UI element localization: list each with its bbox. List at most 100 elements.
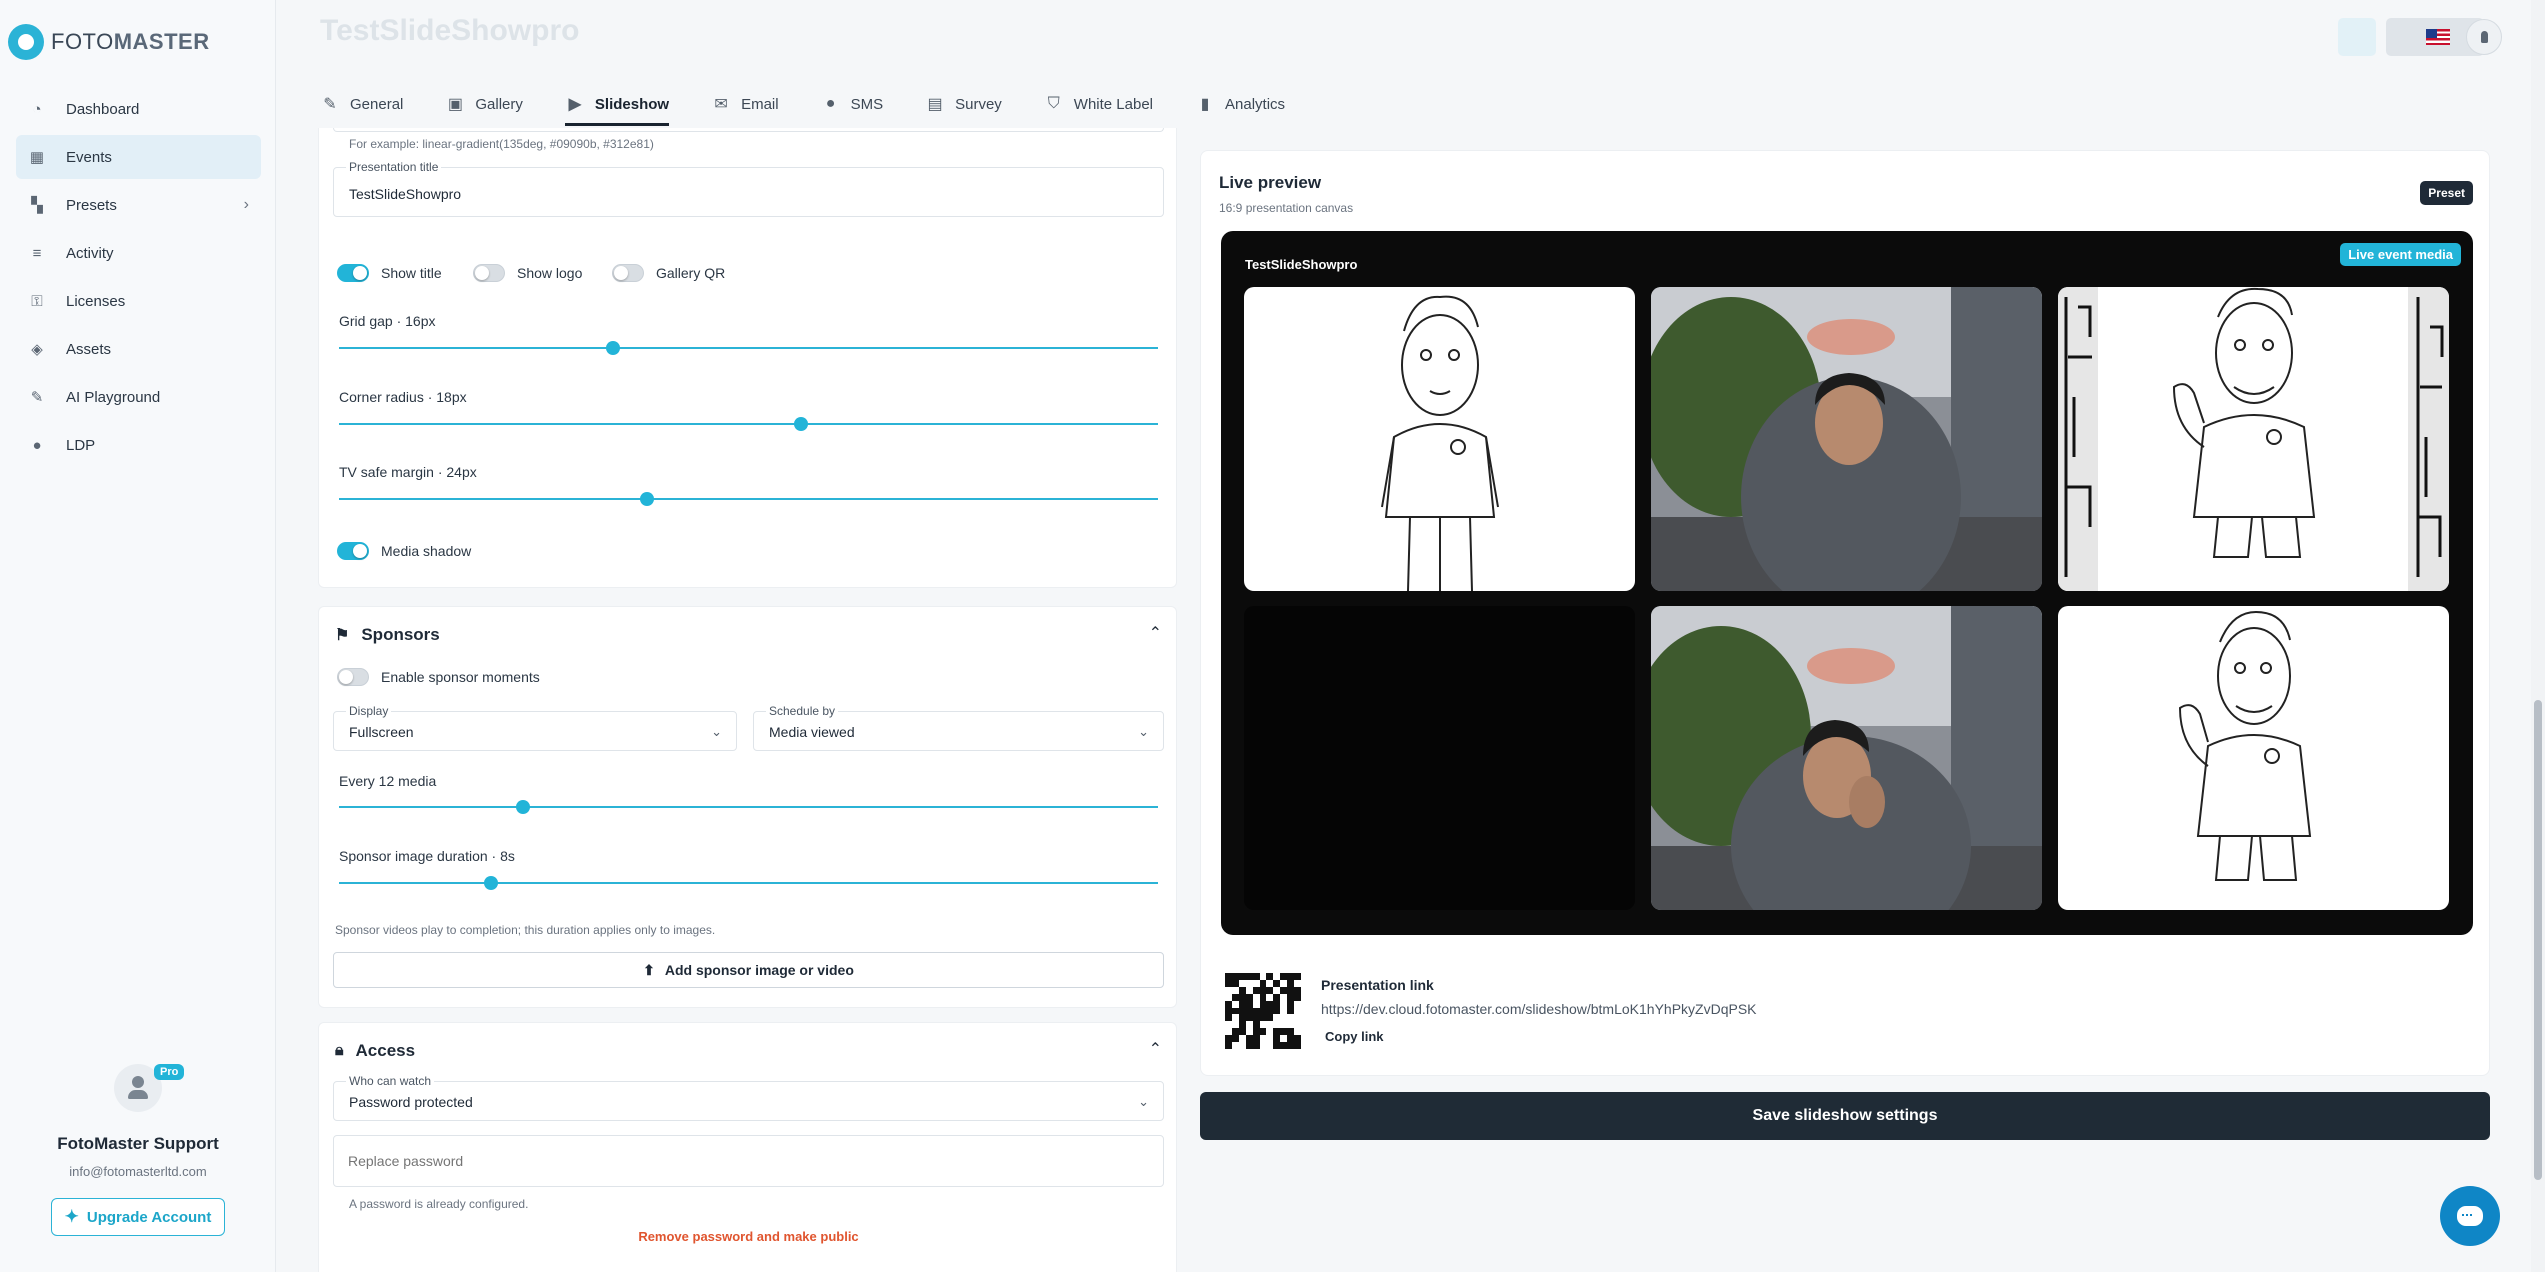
top-action-button[interactable] <box>2338 18 2376 56</box>
sidebar-item-dashboard[interactable]: ◔ Dashboard <box>16 87 261 131</box>
gallery-qr-label: Gallery QR <box>656 265 726 281</box>
top-actions <box>2338 18 2502 56</box>
every-media-label: Every 12 media <box>339 773 437 789</box>
pin-icon: ● <box>32 436 42 454</box>
lock-icon: 🔒︎ <box>335 1042 344 1059</box>
upload-icon: ⬆ <box>643 961 655 978</box>
media-tile <box>1244 287 1635 591</box>
clipboard-icon: ▤ <box>927 96 943 113</box>
sponsor-duration-slider[interactable] <box>339 876 1158 890</box>
tab-sms[interactable]: ● SMS <box>821 88 884 120</box>
sparkle-icon: ✦ <box>64 1207 79 1226</box>
media-shadow-toggle[interactable] <box>337 542 369 560</box>
sidebar-item-licenses[interactable]: ⚿ Licenses <box>16 279 261 323</box>
caricature-image <box>2178 610 2312 881</box>
show-title-label: Show title <box>381 265 442 281</box>
save-slideshow-button[interactable]: Save slideshow settings <box>1200 1092 2490 1140</box>
tv-safe-margin-slider[interactable] <box>339 492 1158 506</box>
appearance-card: For example: linear-gradient(135deg, #09… <box>318 128 1177 588</box>
live-preview-subtitle: 16:9 presentation canvas <box>1219 201 1354 215</box>
bar-chart-icon: ▮ <box>1200 96 1210 113</box>
tab-slideshow[interactable]: ▶ Slideshow <box>564 88 670 126</box>
remove-password-link[interactable]: Remove password and make public <box>319 1229 1177 1244</box>
every-media-slider[interactable] <box>339 800 1158 814</box>
sidebar-item-assets[interactable]: ◈ Assets <box>16 327 261 371</box>
schedule-select[interactable]: Schedule by Media viewed ⌄ <box>753 704 1164 751</box>
corner-radius-label: Corner radius · 18px <box>339 389 467 405</box>
sponsors-header[interactable]: ⚑ Sponsors <box>335 625 440 645</box>
display-label: Display <box>346 704 392 718</box>
caricature-image <box>2058 287 2449 591</box>
sidebar-item-ai-playground[interactable]: ✎ AI Playground <box>16 375 261 419</box>
preset-badge[interactable]: Preset <box>2420 181 2473 205</box>
presentation-title-input[interactable]: Presentation title TestSlideShowpro <box>333 160 1164 217</box>
play-icon: ▶ <box>568 96 582 113</box>
grid-icon: ▚ <box>31 197 43 214</box>
slider-thumb[interactable] <box>793 417 808 431</box>
slider-thumb[interactable] <box>606 341 621 355</box>
media-shadow-label: Media shadow <box>381 543 472 559</box>
media-tile <box>2058 606 2449 910</box>
sidebar-item-presets[interactable]: ▚ Presets › <box>16 183 261 227</box>
fotomaster-logo[interactable]: FOTOMASTER <box>8 22 210 62</box>
password-note: A password is already configured. <box>349 1197 529 1211</box>
sponsors-title: Sponsors <box>361 625 440 644</box>
tab-label: White Label <box>1073 95 1154 113</box>
tab-email[interactable]: ✉ Email <box>711 88 779 120</box>
canvas-title: TestSlideShowpro <box>1245 257 1358 272</box>
us-flag-icon[interactable] <box>2426 29 2450 45</box>
live-preview-title: Live preview <box>1219 173 1322 192</box>
copy-link-button[interactable]: Copy link <box>1325 1029 1384 1044</box>
grid-gap-slider[interactable] <box>339 341 1158 355</box>
shield-icon: ⛉ <box>1047 95 1060 112</box>
display-value: Fullscreen <box>349 724 414 740</box>
tab-general[interactable]: ✎ General <box>320 88 403 120</box>
gallery-qr-toggle[interactable] <box>612 264 644 282</box>
sidebar-item-label: LDP <box>66 436 96 454</box>
live-media-badge: Live event media <box>2340 243 2461 266</box>
tab-white-label[interactable]: ⛉ White Label <box>1044 88 1153 120</box>
slider-thumb[interactable] <box>483 876 498 890</box>
tab-label: Analytics <box>1225 95 1286 113</box>
sidebar-item-activity[interactable]: ≡ Activity <box>16 231 261 275</box>
profile-email: info@fotomasterltd.com <box>69 1164 207 1179</box>
slider-thumb[interactable] <box>516 800 531 814</box>
schedule-label: Schedule by <box>766 704 839 718</box>
media-tile <box>1651 606 2042 910</box>
tab-survey[interactable]: ▤ Survey <box>925 88 1002 120</box>
chevron-up-icon[interactable]: ⌃ <box>1149 1039 1162 1059</box>
show-title-toggle[interactable] <box>337 264 369 282</box>
access-header[interactable]: 🔒︎ Access <box>335 1041 415 1061</box>
who-can-watch-select[interactable]: Who can watch Password protected ⌄ <box>333 1074 1164 1121</box>
sidebar-item-events[interactable]: ▦ Events <box>16 135 261 179</box>
sidebar: FOTOMASTER ◔ Dashboard ▦ Events ▚ Presets › … <box>0 0 276 1272</box>
scrollbar-thumb[interactable] <box>2534 700 2542 1180</box>
chevron-down-icon: ⌄ <box>711 724 722 739</box>
show-logo-toggle[interactable] <box>473 264 505 282</box>
sidebar-item-label: Activity <box>66 244 114 262</box>
corner-radius-slider[interactable] <box>339 417 1158 431</box>
user-menu-button[interactable] <box>2466 19 2502 55</box>
chat-support-button[interactable] <box>2440 1186 2500 1246</box>
display-select[interactable]: Display Fullscreen ⌄ <box>333 704 737 751</box>
sidebar-item-ldp[interactable]: ● LDP <box>16 423 261 467</box>
tv-safe-margin-label: TV safe margin · 24px <box>339 464 477 480</box>
add-sponsor-button[interactable]: ⬆ Add sponsor image or video <box>333 952 1164 988</box>
replace-password-input[interactable] <box>333 1135 1164 1187</box>
tab-label: SMS <box>850 95 884 113</box>
tab-analytics[interactable]: ▮ Analytics <box>1195 88 1285 120</box>
key-icon: ⚿ <box>31 292 43 310</box>
tab-label: Email <box>741 95 779 113</box>
settings-tabs: ✎ General ▣ Gallery ▶ Slideshow ✉ Email ● SMS… <box>320 88 1327 126</box>
slider-thumb[interactable] <box>639 492 654 506</box>
chevron-up-icon[interactable]: ⌃ <box>1149 623 1162 643</box>
tab-gallery[interactable]: ▣ Gallery <box>445 88 523 120</box>
enable-sponsor-toggle[interactable] <box>337 668 369 686</box>
tab-label: Survey <box>955 95 1002 113</box>
media-tile <box>2058 287 2449 591</box>
event-title: TestSlideShowpro <box>320 14 580 47</box>
background-field[interactable] <box>333 128 1164 132</box>
page-scrollbar[interactable] <box>2531 0 2545 1272</box>
presentation-link-url[interactable]: https://dev.cloud.fotomaster.com/slidesh… <box>1321 1001 1757 1017</box>
upgrade-account-button[interactable]: ✦ Upgrade Account <box>51 1198 225 1236</box>
